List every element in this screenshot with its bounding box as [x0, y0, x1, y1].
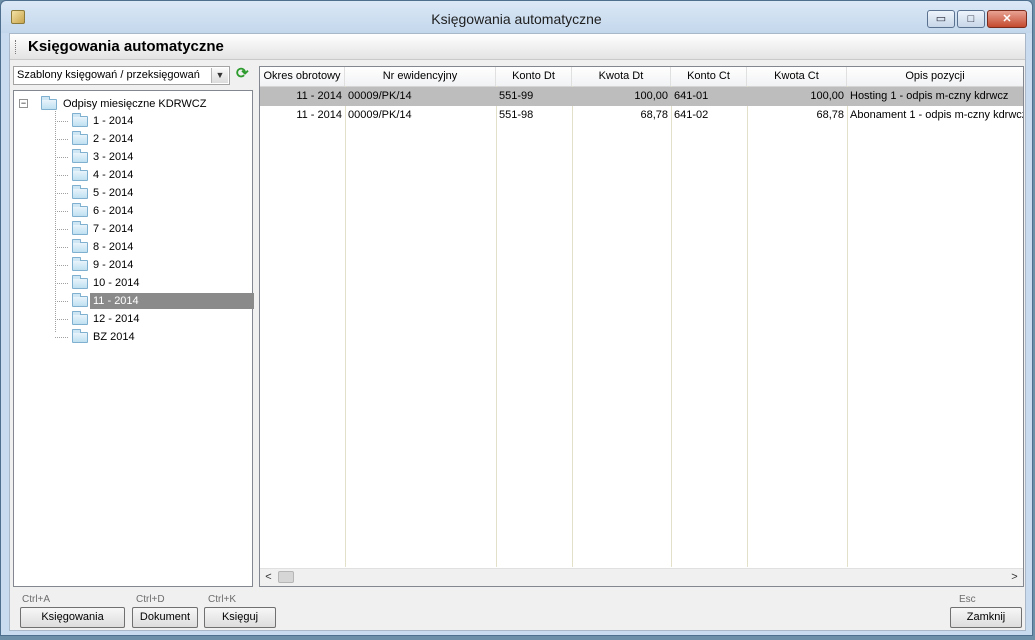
- table-row[interactable]: 11 - 2014 00009/PK/14 551-98 68,78 641-0…: [260, 106, 1023, 125]
- column-header-nr[interactable]: Nr ewidencyjny: [345, 67, 496, 86]
- refresh-icon[interactable]: ⟳: [236, 66, 250, 81]
- maximize-button[interactable]: □: [957, 10, 985, 28]
- cell-konto-ct: 641-01: [674, 90, 709, 102]
- close-button[interactable]: ✕: [987, 10, 1027, 28]
- hotkey-ksiegowania: Ctrl+A: [22, 594, 51, 605]
- hotkey-ksieguj: Ctrl+K: [208, 594, 237, 605]
- client-area: Księgowania automatyczne Szablony księgo…: [9, 33, 1026, 631]
- tree-item-label: 3 - 2014: [93, 151, 134, 163]
- collapse-icon[interactable]: −: [19, 99, 28, 108]
- tree-item[interactable]: 10 - 2014: [55, 274, 255, 292]
- tree-item[interactable]: 9 - 2014: [55, 256, 255, 274]
- ksieguj-button[interactable]: Księguj: [204, 607, 276, 628]
- template-combo-value: Szablony księgowań / przeksięgowań: [17, 69, 200, 81]
- column-header-kwota-dt[interactable]: Kwota Dt: [572, 67, 671, 86]
- tree-item-label: 10 - 2014: [93, 277, 140, 289]
- cell-opis: Abonament 1 - odpis m-czny kdrwcz: [850, 109, 1023, 121]
- cell-opis: Hosting 1 - odpis m-czny kdrwcz: [850, 90, 1009, 102]
- cell-kwota-ct: 100,00: [810, 90, 844, 102]
- folder-icon: [72, 311, 88, 325]
- cell-nr: 00009/PK/14: [348, 109, 412, 121]
- scroll-thumb[interactable]: [278, 571, 294, 583]
- hotkey-zamknij: Esc: [959, 594, 976, 605]
- cell-okres: 11 - 2014: [296, 90, 342, 102]
- tree-item-label: 11 - 2014: [90, 293, 254, 309]
- tree-item[interactable]: 1 - 2014: [55, 112, 255, 130]
- folder-icon: [72, 167, 88, 181]
- table-row[interactable]: 11 - 2014 00009/PK/14 551-99 100,00 641-…: [260, 87, 1023, 106]
- folder-icon: [72, 239, 88, 253]
- cell-konto-ct: 641-02: [674, 109, 709, 121]
- column-header-kwota-ct[interactable]: Kwota Ct: [747, 67, 847, 86]
- column-header-okres[interactable]: Okres obrotowy: [260, 67, 345, 86]
- tree-item[interactable]: 5 - 2014: [55, 184, 255, 202]
- folder-icon: [72, 293, 88, 307]
- title-bar[interactable]: Księgowania automatyczne ▭ □ ✕: [1, 1, 1032, 33]
- ksiegowania-button[interactable]: Księgowania: [20, 607, 125, 628]
- tree-item-label: 4 - 2014: [93, 169, 134, 181]
- template-combo[interactable]: Szablony księgowań / przeksięgowań ▼: [13, 66, 230, 85]
- scroll-right-icon[interactable]: >: [1006, 570, 1023, 585]
- tree-item[interactable]: 2 - 2014: [55, 130, 255, 148]
- folder-icon: [72, 185, 88, 199]
- tree-item[interactable]: 4 - 2014: [55, 166, 255, 184]
- tree-item-label: 12 - 2014: [93, 313, 140, 325]
- folder-icon: [72, 257, 88, 271]
- tree-item-selected[interactable]: 11 - 2014: [55, 292, 255, 310]
- folder-icon: [72, 149, 88, 163]
- cell-konto-dt: 551-99: [499, 90, 534, 102]
- grip-icon: [15, 40, 19, 54]
- header-bar: Księgowania automatyczne: [10, 34, 1025, 60]
- tree-root-label: Odpisy miesięczne KDRWCZ: [63, 98, 207, 110]
- tree-item-label: 1 - 2014: [93, 115, 134, 127]
- column-header-konto-ct[interactable]: Konto Ct: [671, 67, 747, 86]
- cell-kwota-dt: 100,00: [634, 90, 668, 102]
- folder-icon: [72, 221, 88, 235]
- tree-item-label: 6 - 2014: [93, 205, 134, 217]
- tree-item-label: BZ 2014: [93, 331, 135, 343]
- grid-header: Okres obrotowy Nr ewidencyjny Konto Dt K…: [260, 67, 1023, 87]
- page-title: Księgowania automatyczne: [28, 38, 224, 55]
- tree-root[interactable]: − Odpisy miesięczne KDRWCZ: [19, 96, 219, 112]
- horizontal-scrollbar[interactable]: < >: [260, 568, 1023, 586]
- cell-kwota-ct: 68,78: [816, 109, 844, 121]
- tree-item-label: 5 - 2014: [93, 187, 134, 199]
- tree-item[interactable]: 6 - 2014: [55, 202, 255, 220]
- folder-icon: [72, 275, 88, 289]
- minimize-button[interactable]: ▭: [927, 10, 955, 28]
- zamknij-button[interactable]: Zamknij: [950, 607, 1022, 628]
- column-header-opis[interactable]: Opis pozycji: [847, 67, 1023, 86]
- chevron-down-icon[interactable]: ▼: [211, 68, 228, 83]
- cell-okres: 11 - 2014: [296, 109, 342, 121]
- folder-icon: [41, 96, 57, 110]
- tree-item[interactable]: 12 - 2014: [55, 310, 255, 328]
- folder-icon: [72, 113, 88, 127]
- cell-kwota-dt: 68,78: [640, 109, 668, 121]
- dokument-button[interactable]: Dokument: [132, 607, 198, 628]
- tree-item-label: 2 - 2014: [93, 133, 134, 145]
- main-window: Księgowania automatyczne ▭ □ ✕ Księgowan…: [0, 0, 1033, 636]
- postings-grid[interactable]: Okres obrotowy Nr ewidencyjny Konto Dt K…: [259, 66, 1024, 587]
- hotkey-dokument: Ctrl+D: [136, 594, 165, 605]
- cell-nr: 00009/PK/14: [348, 90, 412, 102]
- tree-item[interactable]: BZ 2014: [55, 328, 255, 346]
- template-tree[interactable]: − Odpisy miesięczne KDRWCZ 1 - 2014 2 - …: [13, 90, 255, 587]
- column-header-konto-dt[interactable]: Konto Dt: [496, 67, 572, 86]
- tree-item[interactable]: 7 - 2014: [55, 220, 255, 238]
- window-title: Księgowania automatyczne: [431, 11, 602, 27]
- folder-icon: [72, 131, 88, 145]
- tree-item[interactable]: 8 - 2014: [55, 238, 255, 256]
- folder-icon: [72, 203, 88, 217]
- tree-item-label: 7 - 2014: [93, 223, 134, 235]
- scroll-left-icon[interactable]: <: [260, 570, 277, 585]
- tree-item[interactable]: 3 - 2014: [55, 148, 255, 166]
- cell-konto-dt: 551-98: [499, 109, 534, 121]
- tree-item-label: 9 - 2014: [93, 259, 134, 271]
- tree-item-label: 8 - 2014: [93, 241, 134, 253]
- folder-icon: [72, 329, 88, 343]
